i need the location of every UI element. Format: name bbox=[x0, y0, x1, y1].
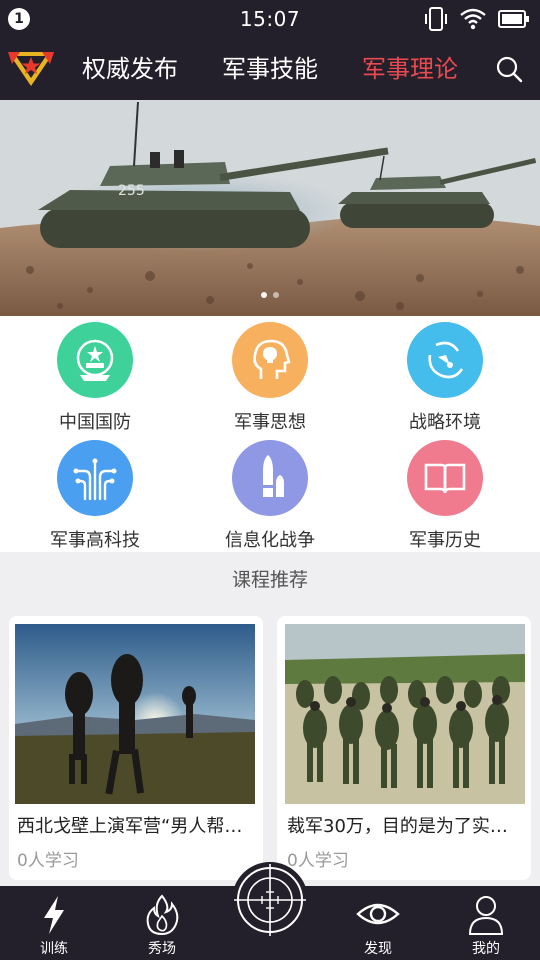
center-action-button[interactable] bbox=[232, 862, 308, 938]
carousel-indicator bbox=[0, 292, 540, 302]
course-thumbnail[interactable] bbox=[15, 624, 255, 804]
banner-image: 255 bbox=[0, 100, 540, 316]
tab-military-theory[interactable]: 军事理论 bbox=[354, 52, 466, 100]
thinking-head-icon bbox=[253, 339, 291, 379]
category-label: 军事思想 bbox=[234, 412, 306, 433]
category-grid: 中国国防 军事思想 战略环境 军事高科技 信息化战争 军事历史 bbox=[0, 316, 540, 552]
bottom-nav-discover[interactable]: 发现 bbox=[338, 892, 418, 958]
bottom-nav-label: 发现 bbox=[364, 941, 392, 957]
category-information-warfare[interactable]: 信息化战争 bbox=[190, 440, 350, 552]
user-icon bbox=[468, 896, 504, 935]
vibrate-icon bbox=[425, 7, 447, 31]
course-title[interactable]: 裁军30万，目的是为了实… bbox=[287, 812, 527, 838]
circuit-icon bbox=[73, 458, 117, 501]
course-image-soldiers-running bbox=[285, 624, 525, 804]
category-military-thought[interactable]: 军事思想 bbox=[190, 322, 350, 434]
category-circle bbox=[232, 322, 308, 398]
course-card[interactable]: 裁军30万，目的是为了实… 0人学习 bbox=[277, 616, 531, 880]
category-circle bbox=[57, 440, 133, 516]
bottom-nav-training[interactable]: 训练 bbox=[14, 892, 94, 958]
bottom-nav-label: 我的 bbox=[472, 941, 500, 957]
course-learner-count: 0人学习 bbox=[17, 851, 79, 871]
tank-number: 255 bbox=[118, 183, 145, 199]
course-card[interactable]: 西北戈壁上演军营“男人帮… 0人学习 bbox=[9, 616, 263, 880]
book-icon bbox=[424, 463, 466, 494]
banner-carousel[interactable]: 255 bbox=[0, 100, 540, 316]
lightning-icon bbox=[44, 896, 64, 934]
status-time: 15:07 bbox=[239, 7, 301, 31]
status-bar: 1 15:07 bbox=[0, 0, 540, 38]
tab-military-skills[interactable]: 军事技能 bbox=[214, 52, 326, 100]
national-emblem-icon bbox=[76, 339, 114, 381]
bottom-nav-mine[interactable]: 我的 bbox=[446, 892, 526, 958]
eye-icon bbox=[356, 903, 400, 925]
crosshair-icon bbox=[234, 864, 306, 936]
bottom-nav-label: 秀场 bbox=[148, 941, 176, 957]
category-military-high-tech[interactable]: 军事高科技 bbox=[15, 440, 175, 552]
app-logo[interactable] bbox=[4, 44, 58, 92]
category-label: 中国国防 bbox=[59, 412, 131, 433]
category-circle bbox=[57, 322, 133, 398]
category-china-defense[interactable]: 中国国防 bbox=[15, 322, 175, 434]
bottom-nav-label: 训练 bbox=[40, 941, 68, 957]
category-strategic-environment[interactable]: 战略环境 bbox=[365, 322, 525, 434]
category-label: 军事历史 bbox=[409, 530, 481, 551]
notification-badge: 1 bbox=[8, 8, 30, 30]
status-icons bbox=[424, 6, 530, 32]
flame-icon bbox=[146, 894, 179, 936]
category-label: 信息化战争 bbox=[225, 530, 315, 551]
carousel-dot[interactable] bbox=[261, 292, 267, 298]
course-image-soldiers-sunset bbox=[15, 624, 255, 804]
search-icon[interactable] bbox=[494, 54, 524, 84]
carousel-dot[interactable] bbox=[273, 292, 279, 298]
category-circle bbox=[407, 322, 483, 398]
category-label: 战略环境 bbox=[409, 412, 481, 433]
category-military-history[interactable]: 军事历史 bbox=[365, 440, 525, 552]
radar-icon bbox=[428, 341, 464, 379]
course-title[interactable]: 西北戈壁上演军营“男人帮… bbox=[17, 812, 257, 838]
top-nav: 权威发布 军事技能 军事理论 bbox=[0, 38, 540, 100]
section-title-course-recommend: 课程推荐 bbox=[231, 569, 308, 591]
bullet-icon bbox=[263, 455, 284, 497]
bottom-nav-showcase[interactable]: 秀场 bbox=[122, 892, 202, 958]
wifi-icon bbox=[460, 8, 486, 30]
category-circle bbox=[407, 440, 483, 516]
category-circle bbox=[232, 440, 308, 516]
battery-icon bbox=[498, 10, 529, 28]
tab-authoritative-release[interactable]: 权威发布 bbox=[74, 52, 186, 100]
course-thumbnail[interactable] bbox=[285, 624, 525, 804]
category-label: 军事高科技 bbox=[50, 530, 140, 551]
